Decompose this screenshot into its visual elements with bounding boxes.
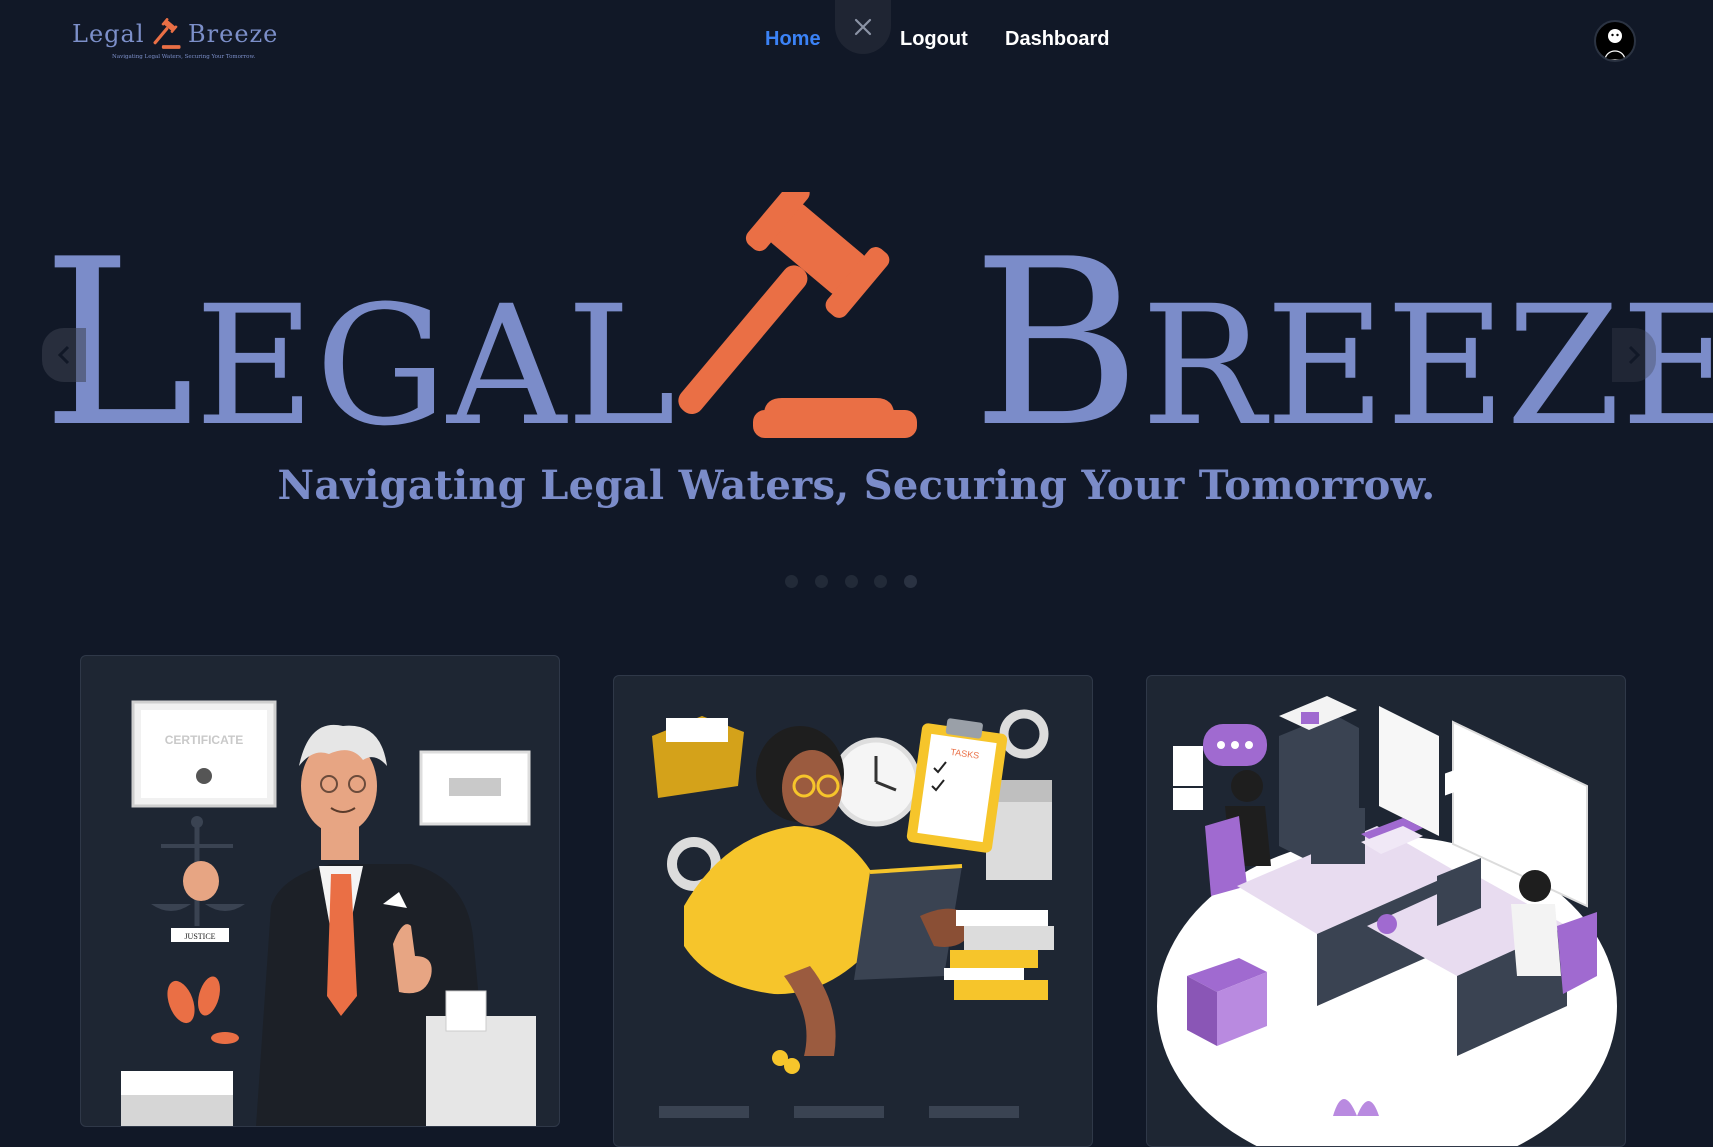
tasks-illustration: TASKS bbox=[652, 709, 1054, 1118]
close-icon bbox=[854, 18, 872, 36]
carousel-dot-5[interactable] bbox=[904, 575, 917, 588]
office-illustration bbox=[1157, 696, 1617, 1146]
chevron-right-icon bbox=[1628, 345, 1641, 365]
carousel-dot-1[interactable] bbox=[785, 575, 798, 588]
service-card-tasks[interactable]: TASKS bbox=[613, 675, 1093, 1147]
service-card-lawyer[interactable]: CERTIFICATE JUSTICE bbox=[80, 655, 560, 1127]
carousel-dot-4[interactable] bbox=[874, 575, 887, 588]
close-menu-button[interactable] bbox=[835, 0, 891, 54]
service-card-office[interactable] bbox=[1146, 675, 1626, 1147]
gavel-icon bbox=[678, 192, 917, 438]
carousel-prev-button[interactable] bbox=[42, 328, 86, 382]
nav-link-home[interactable]: Home bbox=[765, 28, 821, 51]
hero-word-legal: LEGAL bbox=[42, 230, 676, 460]
nav-link-logout[interactable]: Logout bbox=[900, 28, 968, 51]
navbar: Legal Breeze Navigating Legal Waters, Se… bbox=[0, 0, 1713, 82]
scale-label: JUSTICE bbox=[184, 932, 215, 941]
carousel-dot-2[interactable] bbox=[815, 575, 828, 588]
hero-tagline: Navigating Legal Waters, Securing Your T… bbox=[277, 462, 1436, 509]
brand-logo[interactable]: Legal Breeze Navigating Legal Waters, Se… bbox=[72, 16, 282, 64]
nav-link-dashboard[interactable]: Dashboard bbox=[1005, 28, 1109, 51]
lawyer-illustration: CERTIFICATE JUSTICE bbox=[121, 700, 536, 1126]
hero-carousel: LEGAL BREEZE Navigating Legal Waters, Se… bbox=[0, 150, 1713, 610]
carousel-next-button[interactable] bbox=[1612, 328, 1656, 382]
avatar-icon bbox=[1604, 29, 1626, 60]
logo-tagline: Navigating Legal Waters, Securing Your T… bbox=[112, 54, 256, 60]
chevron-left-icon bbox=[57, 345, 70, 365]
certificate-label: CERTIFICATE bbox=[165, 733, 243, 747]
user-avatar[interactable] bbox=[1594, 20, 1636, 62]
logo-word-1: Legal bbox=[72, 20, 145, 48]
hero-word-breeze-initial: B bbox=[972, 211, 1142, 478]
hero-word-breeze: BREEZE bbox=[972, 230, 1713, 460]
gavel-icon bbox=[153, 18, 181, 49]
logo-word-2: Breeze bbox=[188, 20, 279, 48]
carousel-dot-3[interactable] bbox=[845, 575, 858, 588]
hero-word-legal-rest: EGAL bbox=[194, 270, 676, 462]
